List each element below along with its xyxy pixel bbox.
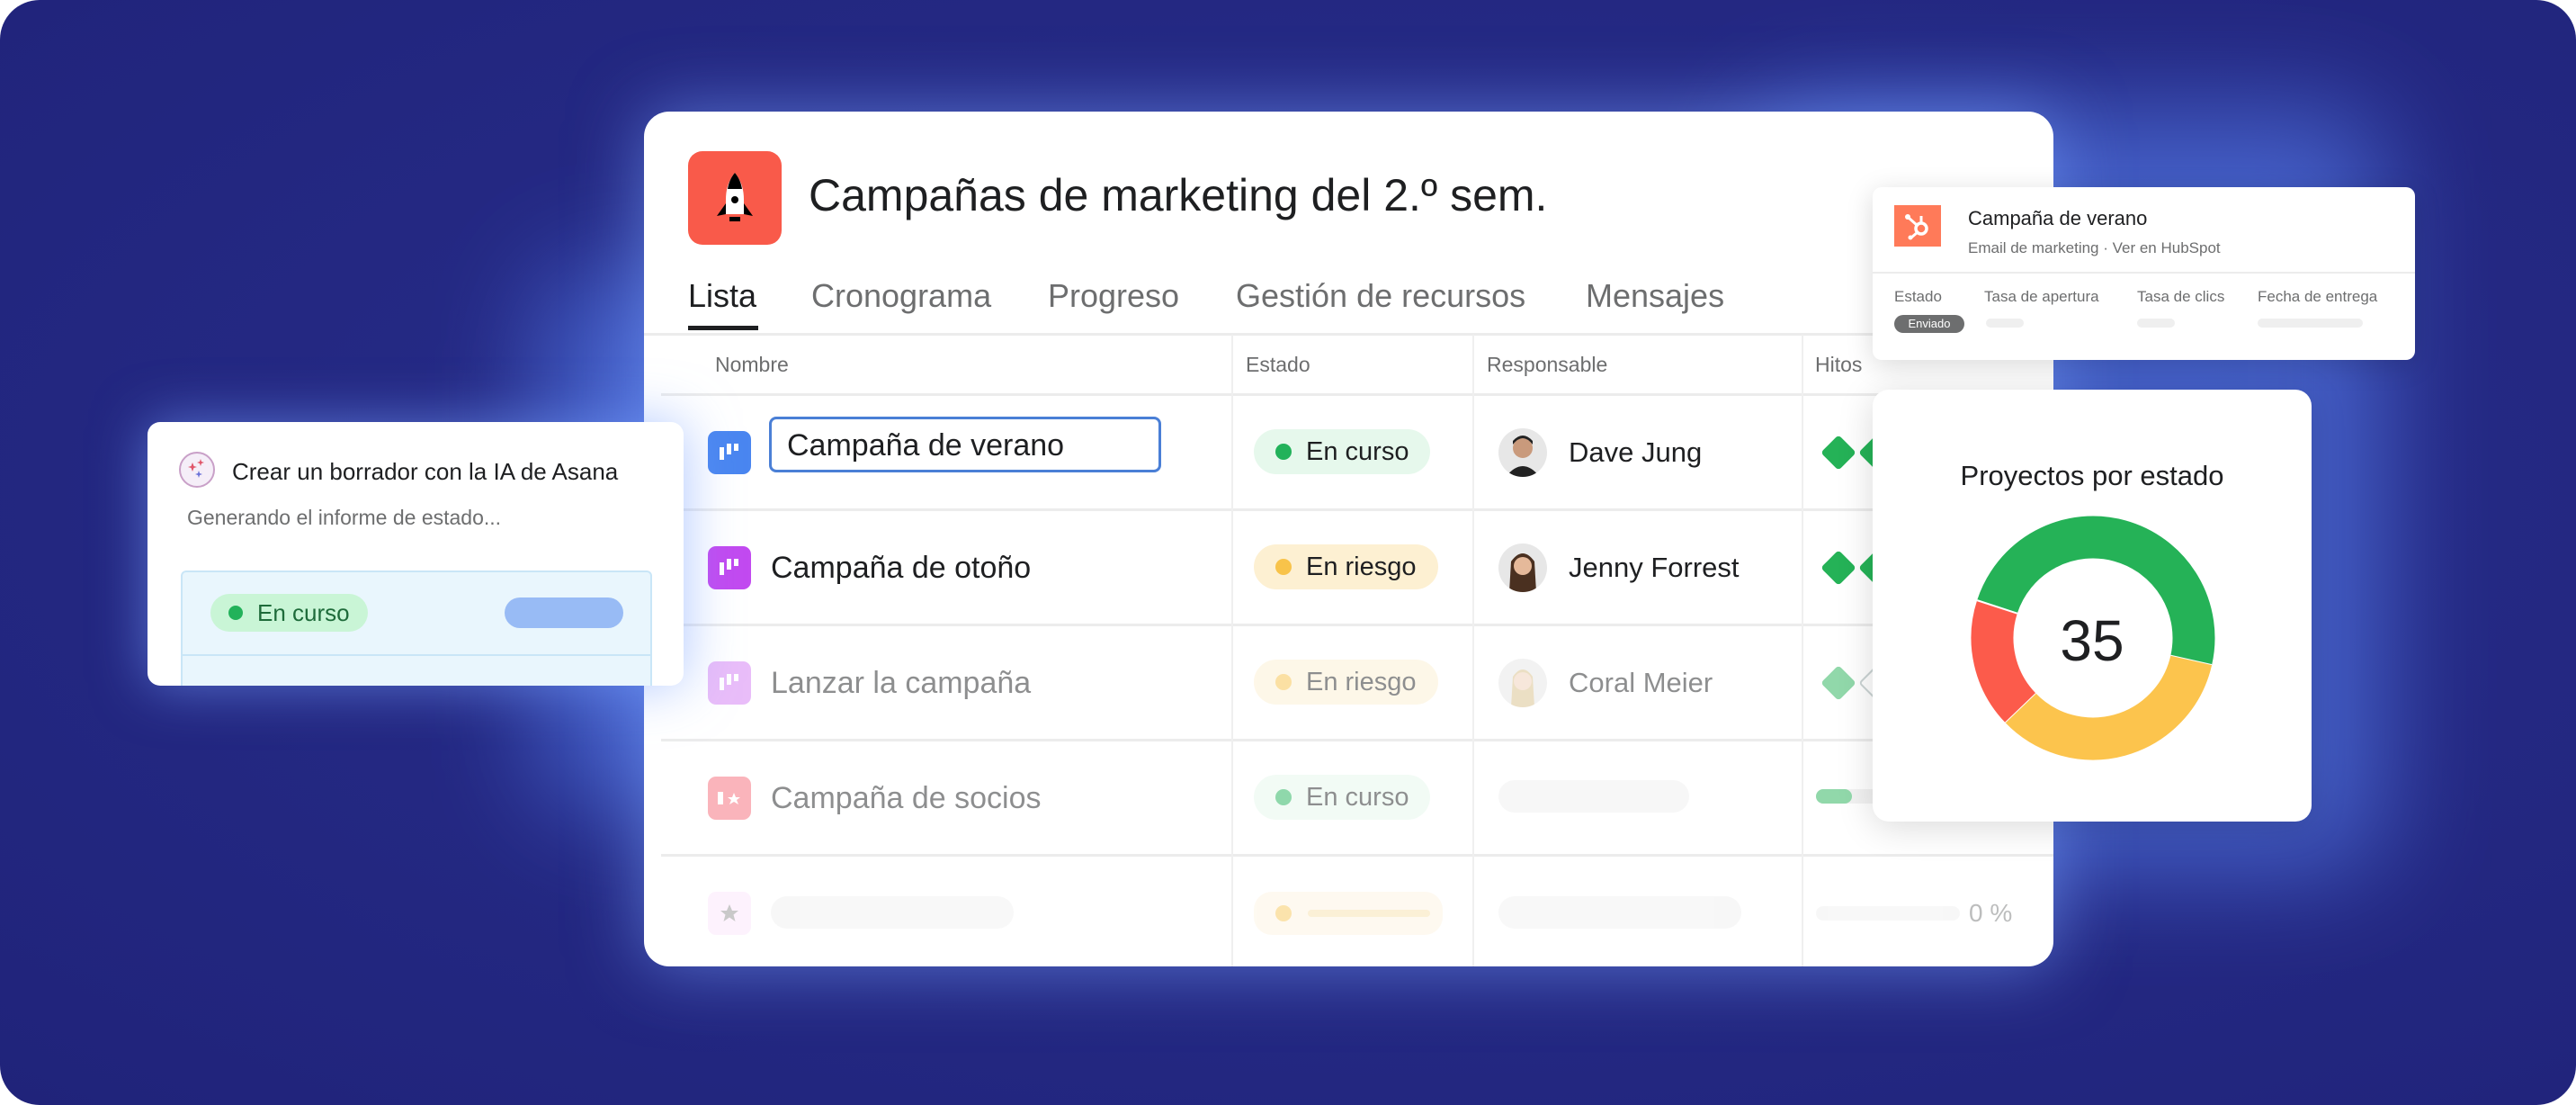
- status-dot: [1275, 789, 1292, 805]
- project-icon: [708, 546, 751, 589]
- value-placeholder: [2137, 319, 2175, 328]
- milestone-complete-icon: [1820, 435, 1856, 471]
- tab-gestion-recursos[interactable]: Gestión de recursos: [1236, 277, 1525, 315]
- column-header-responsable[interactable]: Responsable: [1487, 353, 1607, 377]
- assignee-name: Coral Meier: [1569, 667, 1713, 698]
- status-label: En riesgo: [1306, 667, 1417, 696]
- name-placeholder: [771, 896, 1014, 929]
- tab-mensajes[interactable]: Mensajes: [1586, 277, 1724, 315]
- project-window: Campañas de marketing del 2.º sem. Lista…: [644, 112, 2053, 966]
- status-badge[interactable]: En riesgo: [1254, 544, 1438, 589]
- hubspot-logo-icon: [1894, 205, 1941, 247]
- status-dot: [1275, 444, 1292, 460]
- status-badge[interactable]: En curso: [1254, 775, 1431, 820]
- status-label: En curso: [1306, 782, 1409, 812]
- table-row[interactable]: Lanzar la campaña En riesgo Coral Meier: [644, 625, 2053, 741]
- project-icon: [708, 661, 751, 705]
- status-label: En curso: [1306, 436, 1409, 466]
- status-badge[interactable]: En curso: [1254, 429, 1431, 474]
- project-icon: [708, 431, 751, 474]
- value-placeholder: [1986, 319, 2024, 328]
- active-tab-indicator: [688, 326, 758, 330]
- hubspot-card[interactable]: Campaña de verano Email de marketing · V…: [1873, 187, 2415, 360]
- assignee-name: Jenny Forrest: [1569, 552, 1740, 583]
- label-tasa-apertura: Tasa de apertura: [1984, 288, 2099, 305]
- avatar: [1498, 659, 1547, 707]
- task-name[interactable]: Lanzar la campaña: [771, 666, 1031, 701]
- tab-cronograma[interactable]: Cronograma: [811, 277, 991, 315]
- status-badge[interactable]: En riesgo: [1254, 660, 1438, 705]
- rocket-icon: [688, 151, 782, 245]
- placeholder-bar: [505, 597, 623, 628]
- assignee-name: Dave Jung: [1569, 436, 1703, 468]
- status-badge: Enviado: [1894, 315, 1964, 333]
- project-icon: [708, 777, 751, 820]
- donut-chart: [1971, 516, 2215, 760]
- page-title: Campañas de marketing del 2.º sem.: [809, 170, 1548, 220]
- chart-card: Proyectos por estado 35: [1873, 390, 2312, 822]
- chart-total: 35: [2060, 608, 2124, 673]
- column-header-nombre[interactable]: Nombre: [715, 353, 789, 377]
- column-header-hitos[interactable]: Hitos: [1815, 353, 1862, 377]
- table-row[interactable]: Campaña de otoño En riesgo Jenny Forrest: [644, 510, 2053, 625]
- label-fecha-entrega: Fecha de entrega: [2258, 288, 2378, 305]
- column-header-estado[interactable]: Estado: [1246, 353, 1310, 377]
- table-row[interactable]: 0 %: [644, 856, 2053, 966]
- divider: [1873, 272, 2415, 274]
- status-dot: [1275, 559, 1292, 575]
- status-label: En curso: [257, 598, 350, 626]
- table-row[interactable]: Campaña de socios En curso: [644, 741, 2053, 856]
- progress-fill: [1816, 789, 1852, 804]
- status-label: En riesgo: [1306, 552, 1417, 581]
- task-name-input[interactable]: Campaña de verano: [769, 417, 1161, 472]
- divider: [183, 654, 650, 656]
- milestone-complete-icon: [1820, 665, 1856, 701]
- ai-card-status-text: Generando el informe de estado...: [187, 506, 502, 529]
- hubspot-subtitle-link[interactable]: Email de marketing · Ver en HubSpot: [1968, 239, 2221, 257]
- status-report-preview: En curso: [181, 570, 652, 686]
- status-badge: En curso: [210, 594, 368, 632]
- task-name[interactable]: Campaña de socios: [771, 781, 1042, 816]
- ai-draft-card[interactable]: Crear un borrador con la IA de Asana Gen…: [148, 422, 684, 686]
- label-estado: Estado: [1894, 288, 1942, 305]
- task-name[interactable]: Campaña de otoño: [771, 551, 1031, 586]
- progress-percent: 0 %: [1969, 899, 2013, 927]
- label-tasa-clics: Tasa de clics: [2137, 288, 2225, 305]
- assignee-placeholder: [1498, 896, 1741, 929]
- avatar: [1498, 428, 1547, 477]
- assignee-placeholder: [1498, 780, 1689, 813]
- status-placeholder: [1254, 892, 1443, 935]
- hubspot-title[interactable]: Campaña de verano: [1968, 207, 2147, 230]
- task-name: Campaña de verano: [787, 428, 1065, 463]
- progress-bar: [1816, 906, 1960, 921]
- table-row[interactable]: Campaña de verano En curso Dave Jung: [644, 395, 2053, 510]
- avatar: [1498, 544, 1547, 592]
- sparkle-icon: [179, 452, 215, 488]
- milestone-complete-icon: [1820, 550, 1856, 586]
- star-icon: [708, 892, 751, 935]
- tab-lista[interactable]: Lista: [688, 277, 756, 315]
- divider: [644, 333, 2053, 336]
- ai-card-title: Crear un borrador con la IA de Asana: [232, 458, 619, 485]
- status-dot: [228, 606, 243, 620]
- status-dot: [1275, 674, 1292, 690]
- value-placeholder: [2258, 319, 2363, 328]
- tab-progreso[interactable]: Progreso: [1048, 277, 1179, 315]
